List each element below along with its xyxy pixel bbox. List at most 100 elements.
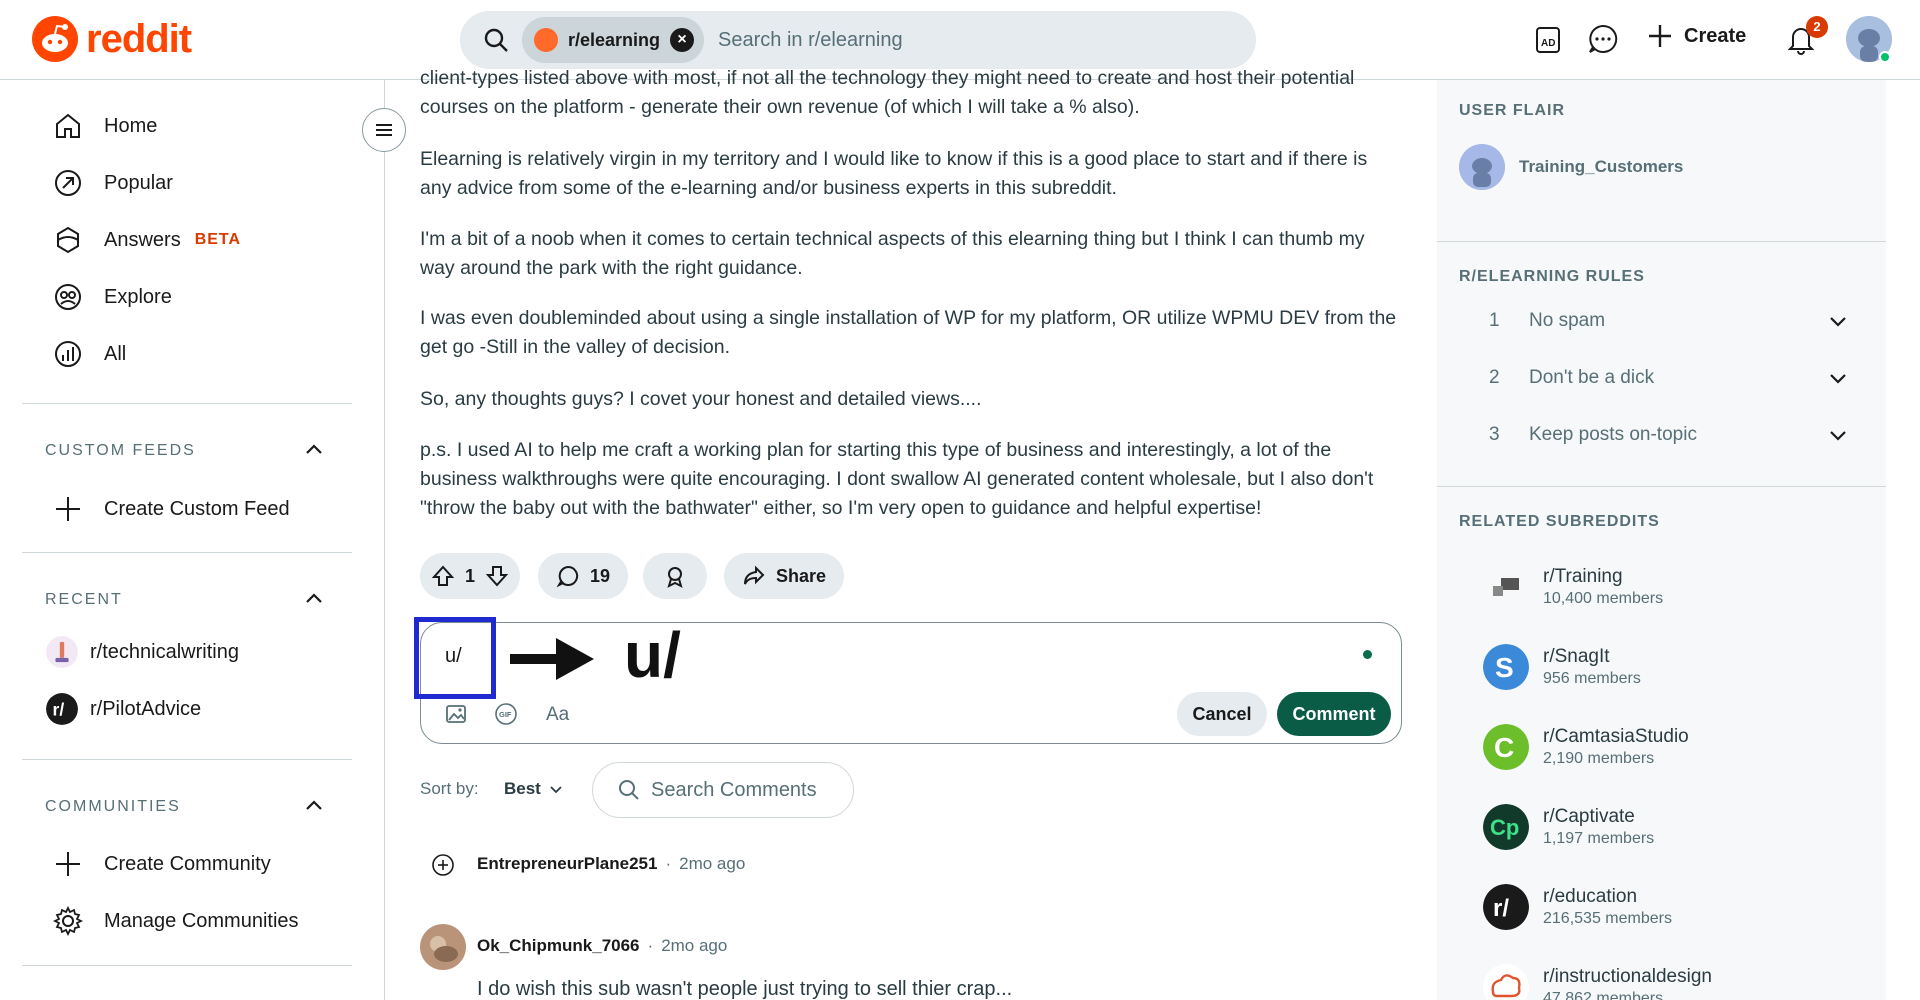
rule-item[interactable]: 3 Keep posts on-topic (1489, 424, 1849, 446)
image-upload-icon[interactable] (444, 702, 468, 726)
related-subreddit-name: r/instructionaldesign (1543, 966, 1712, 987)
nav-all[interactable]: All (52, 338, 126, 370)
search-input[interactable]: Search in r/elearning (718, 29, 903, 52)
manage-communities-button[interactable]: Manage Communities (52, 905, 299, 937)
user-flair[interactable]: Training_Customers (1459, 144, 1683, 190)
formatting-toggle-button[interactable]: Aa (546, 704, 569, 726)
training-community-icon (1483, 564, 1529, 610)
search-bar[interactable]: r/elearning × Search in r/elearning (460, 11, 1256, 69)
custom-feeds-heading[interactable]: CUSTOM FEEDS (45, 442, 196, 460)
rule-item[interactable]: 2 Don't be a dick (1489, 367, 1849, 389)
related-subreddit-text: r/SnagIt 956 members (1543, 646, 1641, 688)
pilotadvice-community-icon: r/ (46, 693, 78, 725)
comment-separator: · (665, 854, 672, 873)
comment-submit-button[interactable]: Comment (1277, 692, 1391, 736)
recent-item-label: r/technicalwriting (90, 640, 239, 663)
related-subreddit-members: 956 members (1543, 670, 1641, 687)
rules-heading: R/ELEARNING RULES (1459, 268, 1645, 285)
snagit-community-icon: S (1483, 644, 1529, 690)
explore-icon (55, 284, 81, 310)
recent-item-label: r/PilotAdvice (90, 697, 202, 720)
recent-item-technicalwriting[interactable]: r/technicalwriting (46, 636, 239, 668)
downvote-icon[interactable] (485, 564, 509, 588)
gif-icon[interactable]: GIF (494, 702, 518, 726)
comment-author[interactable]: EntrepreneurPlane251 (477, 854, 657, 874)
communities-heading[interactable]: COMMUNITIES (45, 798, 181, 816)
nav-popular[interactable]: Popular (52, 167, 173, 199)
related-subreddit-name: r/CamtasiaStudio (1543, 726, 1689, 747)
create-custom-feed-button[interactable]: Create Custom Feed (52, 493, 290, 525)
nav-popular-label: Popular (104, 171, 173, 194)
nav-home[interactable]: Home (52, 110, 157, 142)
comments-button[interactable]: 19 (538, 553, 628, 599)
sidebar-toggle-button[interactable] (362, 108, 406, 152)
chevron-up-icon[interactable] (302, 587, 326, 611)
create-button[interactable]: Create (1646, 22, 1746, 50)
sort-dropdown[interactable]: Best (504, 779, 563, 799)
nav-answers[interactable]: Answers BETA (52, 224, 241, 256)
online-status-dot (1879, 51, 1891, 63)
gear-icon (52, 905, 84, 937)
related-subreddit-item[interactable]: r/Training 10,400 members (1483, 564, 1663, 610)
related-subreddit-item[interactable]: Cp r/Captivate 1,197 members (1483, 804, 1654, 850)
expand-thread-icon[interactable] (431, 853, 455, 877)
post-paragraph: Elearning is relatively virgin in my ter… (420, 148, 1368, 199)
rule-item[interactable]: 1 No spam (1489, 310, 1849, 332)
chevron-up-icon[interactable] (302, 438, 326, 462)
rule-number: 1 (1489, 310, 1500, 331)
advertise-icon[interactable]: AD (1532, 22, 1566, 56)
comment-header: EntrepreneurPlane251 · 2mo ago (477, 854, 745, 874)
related-subreddit-name: r/education (1543, 886, 1638, 907)
popular-icon (55, 170, 81, 196)
share-button[interactable]: Share (724, 553, 844, 599)
reddit-logo[interactable]: reddit (32, 16, 192, 62)
related-subreddit-text: r/CamtasiaStudio 2,190 members (1543, 726, 1689, 768)
related-subreddit-item[interactable]: C r/CamtasiaStudio 2,190 members (1483, 724, 1689, 770)
recent-heading[interactable]: RECENT (45, 591, 123, 609)
comment-author[interactable]: Ok_Chipmunk_7066 (477, 936, 640, 956)
svg-text:GIF: GIF (499, 710, 512, 719)
sort-label: Sort by: (420, 779, 479, 798)
related-subreddit-item[interactable]: r/ r/education 216,535 members (1483, 884, 1672, 930)
cancel-button[interactable]: Cancel (1177, 692, 1267, 736)
related-subreddit-item[interactable]: r/instructionaldesign 47,862 members (1483, 964, 1712, 1000)
share-label: Share (775, 565, 827, 586)
community-search-chip[interactable]: r/elearning × (522, 17, 705, 63)
technicalwriting-community-icon (46, 636, 78, 668)
chevron-up-icon[interactable] (302, 794, 326, 818)
create-community-label: Create Community (104, 852, 271, 875)
award-button[interactable] (643, 553, 707, 599)
chip-label: r/elearning (568, 29, 661, 50)
related-subreddit-name: r/SnagIt (1543, 646, 1610, 667)
nav-all-label: All (104, 342, 127, 365)
comment-icon (556, 565, 579, 588)
comment-separator: · (647, 936, 654, 955)
create-community-button[interactable]: Create Community (52, 848, 271, 880)
comment-count: 19 (589, 565, 611, 586)
rule-number: 2 (1489, 367, 1500, 388)
search-comments-input[interactable]: Search Comments (592, 762, 854, 818)
chat-icon[interactable] (1586, 22, 1620, 56)
user-flair-heading: USER FLAIR (1459, 102, 1565, 119)
sort-value: Best (504, 779, 541, 798)
recent-item-pilotadvice[interactable]: r/ r/PilotAdvice (46, 693, 201, 725)
nav-explore[interactable]: Explore (52, 281, 172, 313)
comment-body: I do wish this sub wasn't people just tr… (477, 978, 1013, 1000)
rule-text: Don't be a dick (1529, 367, 1655, 388)
plus-icon (56, 852, 80, 876)
post-paragraph: client-types listed above with most, if … (420, 67, 1355, 118)
vote-count: 1 (464, 565, 475, 586)
comment-header: Ok_Chipmunk_7066 · 2mo ago (477, 936, 727, 956)
annotation-highlight-box (414, 617, 496, 699)
chip-close-icon[interactable]: × (670, 28, 695, 52)
commenter-avatar[interactable] (420, 924, 466, 970)
reddit-alien-icon (32, 16, 78, 62)
snoo-avatar-icon (1459, 144, 1505, 190)
captivate-community-icon: Cp (1483, 804, 1529, 850)
annotation-text: u/ (624, 619, 681, 691)
education-community-icon: r/ (1483, 884, 1529, 930)
related-subreddit-item[interactable]: S r/SnagIt 956 members (1483, 644, 1641, 690)
comment-time: 2mo ago (661, 936, 728, 955)
svg-text:S: S (1495, 652, 1514, 683)
upvote-icon[interactable] (431, 564, 455, 588)
